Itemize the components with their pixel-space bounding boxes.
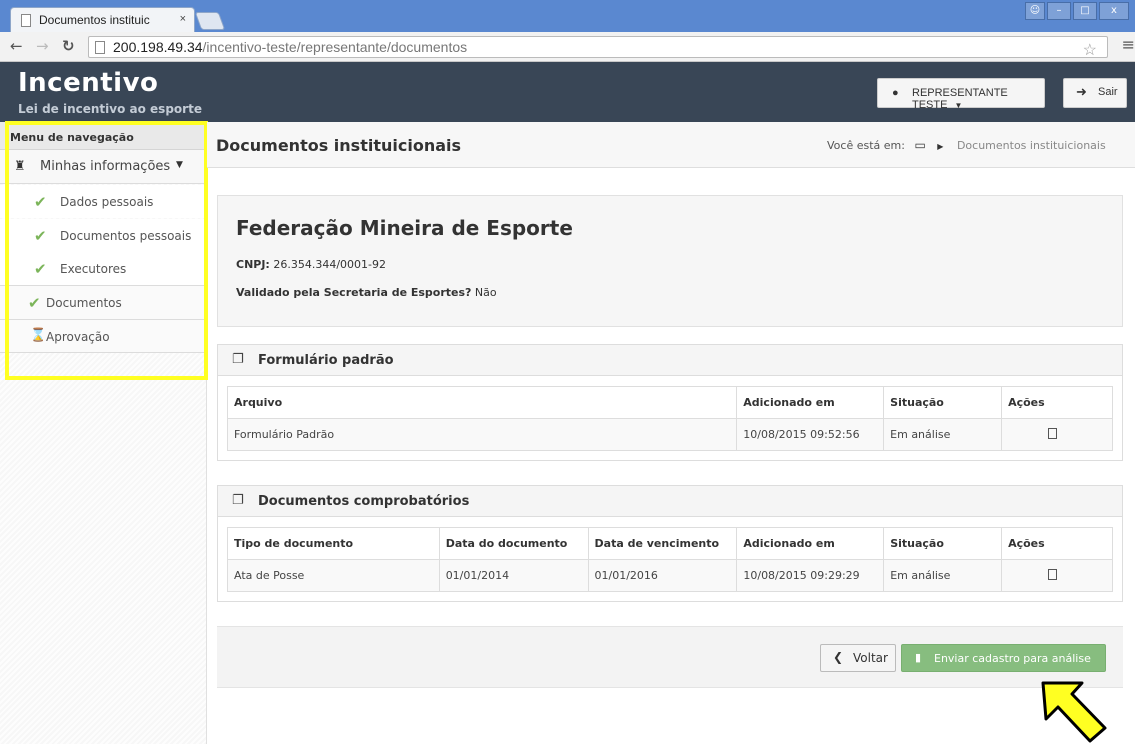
- url-host: 200.198.49.34: [113, 39, 203, 55]
- browser-tabstrip: Documentos instituic × ☺ – □ x: [0, 0, 1135, 33]
- column-header: Ações: [1001, 386, 1113, 419]
- back-arrow-icon[interactable]: ←: [10, 37, 23, 55]
- minimize-icon[interactable]: –: [1047, 2, 1071, 20]
- browser-menu-icon[interactable]: ≡: [1122, 35, 1135, 54]
- browser-tab[interactable]: Documentos instituic ×: [10, 7, 195, 33]
- forward-arrow-icon[interactable]: →: [36, 37, 49, 55]
- panel-title: Formulário padrão: [258, 353, 394, 368]
- folder-icon: ▮: [915, 651, 922, 664]
- close-window-icon[interactable]: x: [1099, 2, 1129, 20]
- page-title: Documentos instituicionais: [216, 136, 462, 155]
- column-header: Tipo de documento: [227, 527, 440, 560]
- column-header: Situação: [883, 386, 1003, 419]
- user-profile-icon[interactable]: ☺: [1025, 2, 1045, 20]
- panel-header: ❐ Documentos comprobatórios: [218, 486, 1122, 517]
- actions-cell: [1001, 418, 1113, 451]
- url-input[interactable]: 200.198.49.34/incentivo-teste/representa…: [88, 36, 1108, 60]
- expiry-date-cell: 01/01/2016: [587, 559, 738, 592]
- column-header: Adicionado em: [736, 386, 885, 419]
- pointer-arrow-annotation: [1041, 681, 1107, 743]
- cnpj-value: 26.354.344/0001-92: [269, 258, 386, 271]
- reload-icon[interactable]: ↻: [62, 37, 75, 55]
- organization-card: Federação Mineira de Esporte CNPJ: 26.35…: [217, 195, 1123, 327]
- cnpj-line: CNPJ: 26.354.344/0001-92: [236, 258, 386, 271]
- chevron-left-icon: ❮: [833, 650, 844, 664]
- url-path: /incentivo-teste/representante/documento…: [202, 39, 468, 55]
- added-date-cell: 10/08/2015 09:52:56: [736, 418, 885, 451]
- table-header-row: Arquivo Adicionado em Situação Ações: [226, 386, 1113, 419]
- document-date-cell: 01/01/2014: [438, 559, 589, 592]
- status-cell: Em análise: [883, 559, 1003, 592]
- column-header: Arquivo: [226, 386, 738, 419]
- status-cell: Em análise: [883, 418, 1003, 451]
- user-icon: ●: [892, 87, 899, 99]
- column-header: Adicionado em: [736, 527, 885, 560]
- tab-title: Documentos instituic: [39, 13, 150, 27]
- validated-value: Não: [471, 286, 497, 299]
- breadcrumb-current: Documentos instituicionais: [956, 139, 1106, 152]
- submit-label: Enviar cadastro para análise: [934, 652, 1091, 665]
- documents-panel: ❐ Documentos comprobatórios Tipo de docu…: [217, 485, 1123, 602]
- organization-name: Federação Mineira de Esporte: [236, 216, 573, 240]
- added-date-cell: 10/08/2015 09:29:29: [736, 559, 885, 592]
- validated-label: Validado pela Secretaria de Esportes?: [236, 286, 472, 299]
- file-name-cell: Formulário Padrão: [226, 418, 738, 451]
- panel-header: ❐ Formulário padrão: [218, 345, 1122, 376]
- form-actions: ❮ Voltar ▮ Enviar cadastro para análise: [217, 626, 1123, 688]
- form-table: Arquivo Adicionado em Situação Ações For…: [226, 386, 1113, 451]
- column-header: Data do documento: [438, 527, 589, 560]
- copy-icon: ❐: [232, 493, 244, 508]
- app-header: Incentivo Lei de incentivo ao esporte ● …: [0, 62, 1135, 122]
- cnpj-label: CNPJ:: [236, 258, 270, 271]
- page-icon: [21, 14, 31, 27]
- page-header: Documentos instituicionais Você está em:…: [207, 122, 1135, 168]
- form-panel: ❐ Formulário padrão Arquivo Adicionado e…: [217, 344, 1123, 461]
- submit-registration-button[interactable]: ▮ Enviar cadastro para análise: [901, 644, 1106, 672]
- app-subtitle: Lei de incentivo ao esporte: [18, 102, 202, 116]
- panel-title: Documentos comprobatórios: [258, 494, 470, 509]
- monitor-icon[interactable]: ▭: [914, 138, 925, 152]
- table-row: Ata de Posse 01/01/2014 01/01/2016 10/08…: [227, 559, 1113, 592]
- app-brand[interactable]: Incentivo: [18, 68, 158, 98]
- document-type-cell: Ata de Posse: [227, 559, 440, 592]
- address-bar: ← → ↻ 200.198.49.34/incentivo-teste/repr…: [0, 32, 1135, 62]
- actions-cell: [1001, 559, 1113, 592]
- logout-label: Sair: [1098, 86, 1118, 98]
- new-tab-button[interactable]: [194, 12, 226, 30]
- user-menu-button[interactable]: ● REPRESENTANTE TESTE ▼: [877, 78, 1045, 111]
- copy-icon: ❐: [232, 352, 244, 367]
- window-controls: ☺ – □ x: [1025, 2, 1129, 20]
- bookmark-star-icon[interactable]: ☆: [1083, 40, 1097, 60]
- maximize-icon[interactable]: □: [1073, 2, 1097, 20]
- validated-line: Validado pela Secretaria de Esportes? Nã…: [236, 286, 497, 299]
- breadcrumb: Você está em: ▭ ▶ Documentos instituicio…: [827, 138, 1106, 152]
- table-row: Formulário Padrão 10/08/2015 09:52:56 Em…: [226, 418, 1113, 451]
- breadcrumb-prefix: Você está em:: [827, 139, 905, 152]
- document-icon[interactable]: [1048, 427, 1058, 439]
- column-header: Data de vencimento: [587, 527, 738, 560]
- close-tab-icon[interactable]: ×: [180, 13, 186, 25]
- caret-down-icon: ▼: [954, 101, 963, 110]
- document-icon[interactable]: [1048, 568, 1058, 580]
- documents-table: Tipo de documento Data do documento Data…: [227, 527, 1113, 592]
- column-header: Ações: [1001, 527, 1113, 560]
- breadcrumb-separator-icon: ▶: [937, 142, 944, 151]
- page-icon: [95, 41, 105, 54]
- logout-button[interactable]: ➜ Sair: [1063, 78, 1127, 108]
- table-header-row: Tipo de documento Data do documento Data…: [227, 527, 1113, 560]
- logout-icon: ➜: [1076, 84, 1087, 99]
- back-label: Voltar: [853, 651, 888, 665]
- highlight-annotation-box: [5, 121, 208, 380]
- column-header: Situação: [883, 527, 1003, 560]
- back-button[interactable]: ❮ Voltar: [820, 644, 896, 672]
